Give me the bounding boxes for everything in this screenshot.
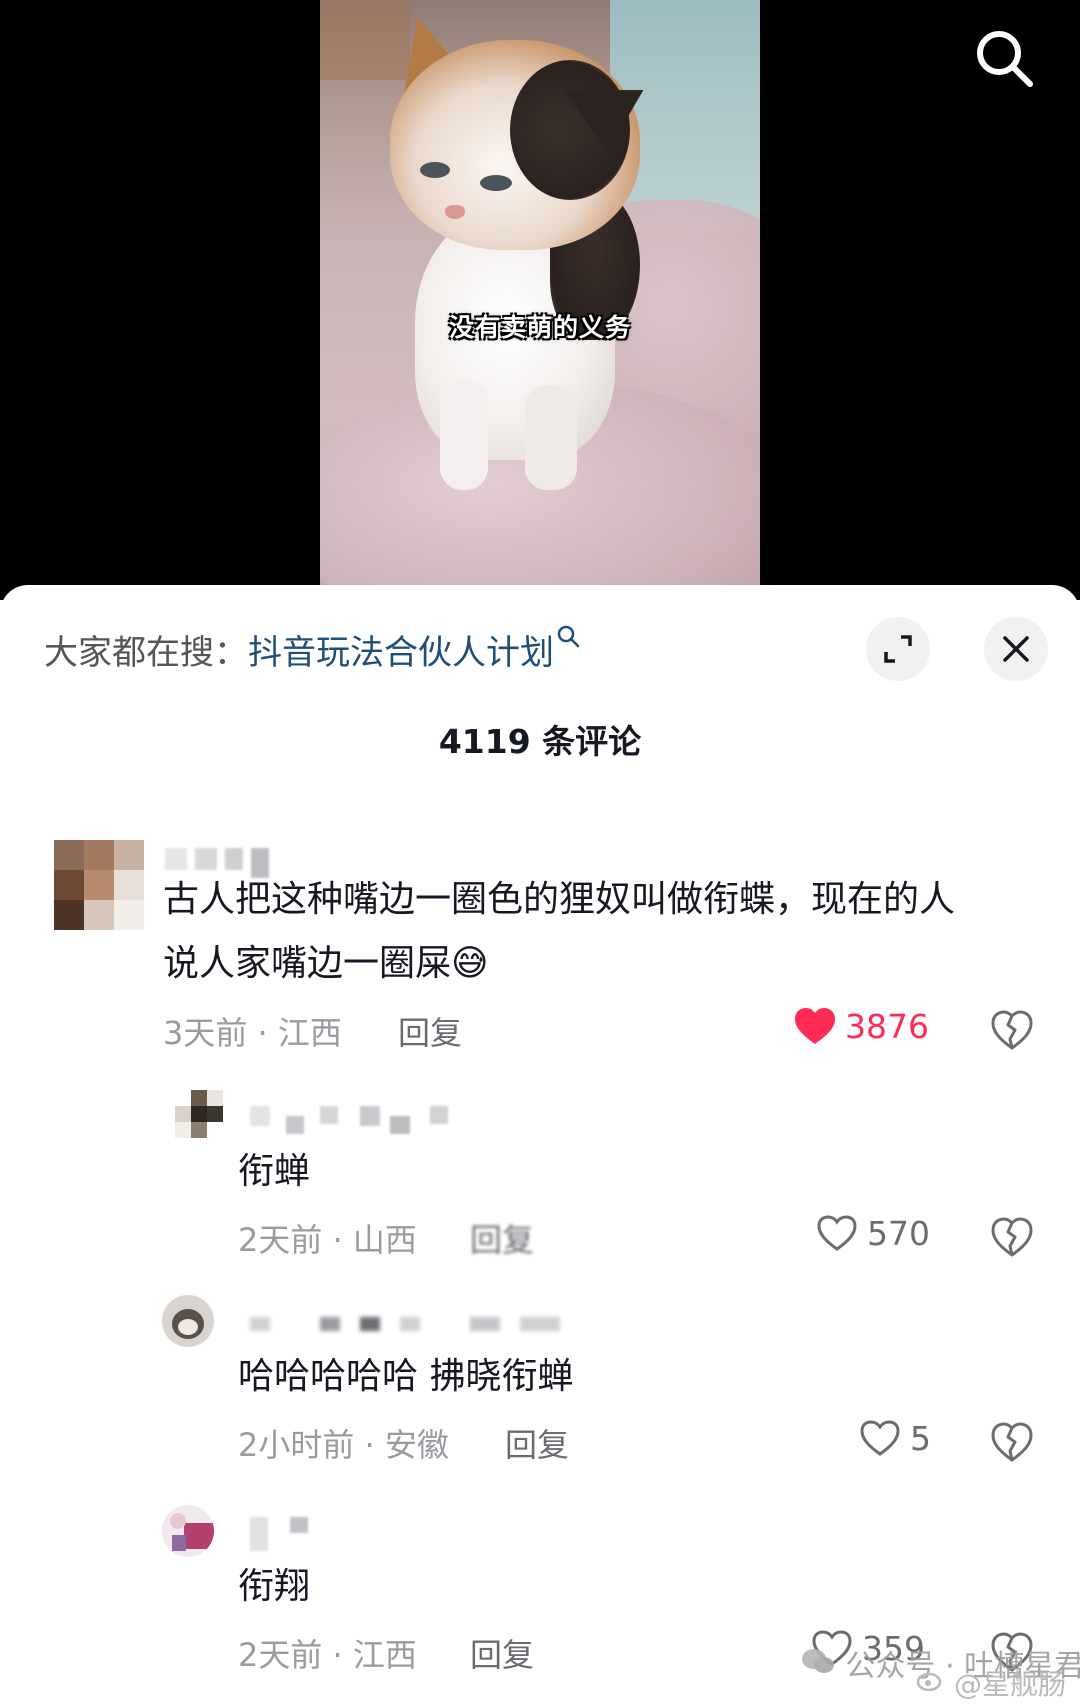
like-count: 3876 <box>845 1006 929 1046</box>
like-button[interactable]: 570 <box>815 1213 930 1253</box>
dislike-button[interactable] <box>990 1215 1034 1259</box>
video-subtitle: 没有卖萌的义务 <box>448 313 631 342</box>
wechat-icon <box>800 1649 846 1684</box>
like-count: 570 <box>867 1213 930 1253</box>
broken-heart-icon <box>991 1010 1033 1050</box>
comment-panel: 大家都在搜：抖音玩法合伙人计划 4119 条评论 古人把这种嘴边一圈色的狸奴叫做… <box>0 585 1080 1707</box>
comment-text: 衔翔 <box>238 1566 311 1607</box>
kitten-eye <box>420 162 450 178</box>
comment-meta: 3天前 · 江西 <box>163 1014 342 1052</box>
broken-heart-icon <box>991 1422 1033 1462</box>
reply-button[interactable]: 回复 <box>470 1215 534 1261</box>
weibo-icon <box>916 1667 946 1700</box>
comment-meta: 2小时前 · 安徽 <box>238 1426 449 1464</box>
expand-button[interactable] <box>866 617 930 681</box>
trending-prefix: 大家都在搜： <box>44 633 248 673</box>
video-player[interactable]: 没有卖萌的义务 <box>0 0 1080 600</box>
broken-heart-icon <box>991 1217 1033 1257</box>
comment-count: 4119 条评论 <box>438 722 642 761</box>
emoji-sweat-smile: 😅 <box>451 943 489 984</box>
dislike-button[interactable] <box>990 1008 1034 1052</box>
avatar[interactable] <box>175 1090 223 1138</box>
heart-filled-icon <box>795 1008 835 1044</box>
heart-icon <box>860 1420 900 1456</box>
dislike-button[interactable] <box>990 1420 1034 1464</box>
close-button[interactable] <box>984 617 1048 681</box>
comment-text: 衔蝉 <box>238 1151 311 1192</box>
comment-text: 哈哈哈哈哈 拂晓衔蝉 <box>238 1356 574 1397</box>
like-button[interactable]: 5 <box>858 1418 931 1458</box>
like-button[interactable]: 3876 <box>793 1006 929 1046</box>
weibo-watermark: @星舰肠 <box>916 1663 1066 1703</box>
heart-icon <box>817 1215 857 1251</box>
video-frame[interactable]: 没有卖萌的义务 <box>320 0 760 590</box>
search-icon <box>977 31 1033 87</box>
comment-meta: 2天前 · 山西 <box>238 1221 417 1259</box>
kitten-leg <box>525 385 577 490</box>
expand-icon <box>884 635 912 663</box>
comment-text: 古人把这种嘴边一圈色的狸奴叫做衔蝶，现在的人 <box>163 879 956 920</box>
search-small-icon <box>556 619 582 648</box>
kitten-nose <box>445 205 465 219</box>
like-count: 5 <box>910 1418 931 1458</box>
avatar[interactable] <box>162 1295 214 1347</box>
comment-text-line2: 说人家嘴边一圈屎😅 <box>163 943 489 984</box>
avatar[interactable] <box>54 840 144 930</box>
trending-keyword-link[interactable]: 抖音玩法合伙人计划 <box>248 633 554 673</box>
comment-meta: 2天前 · 江西 <box>238 1636 417 1674</box>
reply-button[interactable]: 回复 <box>470 1630 534 1676</box>
reply-button[interactable]: 回复 <box>398 1008 462 1054</box>
close-icon <box>1003 636 1029 662</box>
search-button[interactable] <box>972 26 1036 90</box>
avatar[interactable] <box>162 1505 214 1557</box>
kitten-leg <box>440 380 488 490</box>
trending-search[interactable]: 大家都在搜：抖音玩法合伙人计划 <box>44 625 580 674</box>
kitten-eye <box>480 175 512 191</box>
reply-button[interactable]: 回复 <box>505 1420 569 1466</box>
